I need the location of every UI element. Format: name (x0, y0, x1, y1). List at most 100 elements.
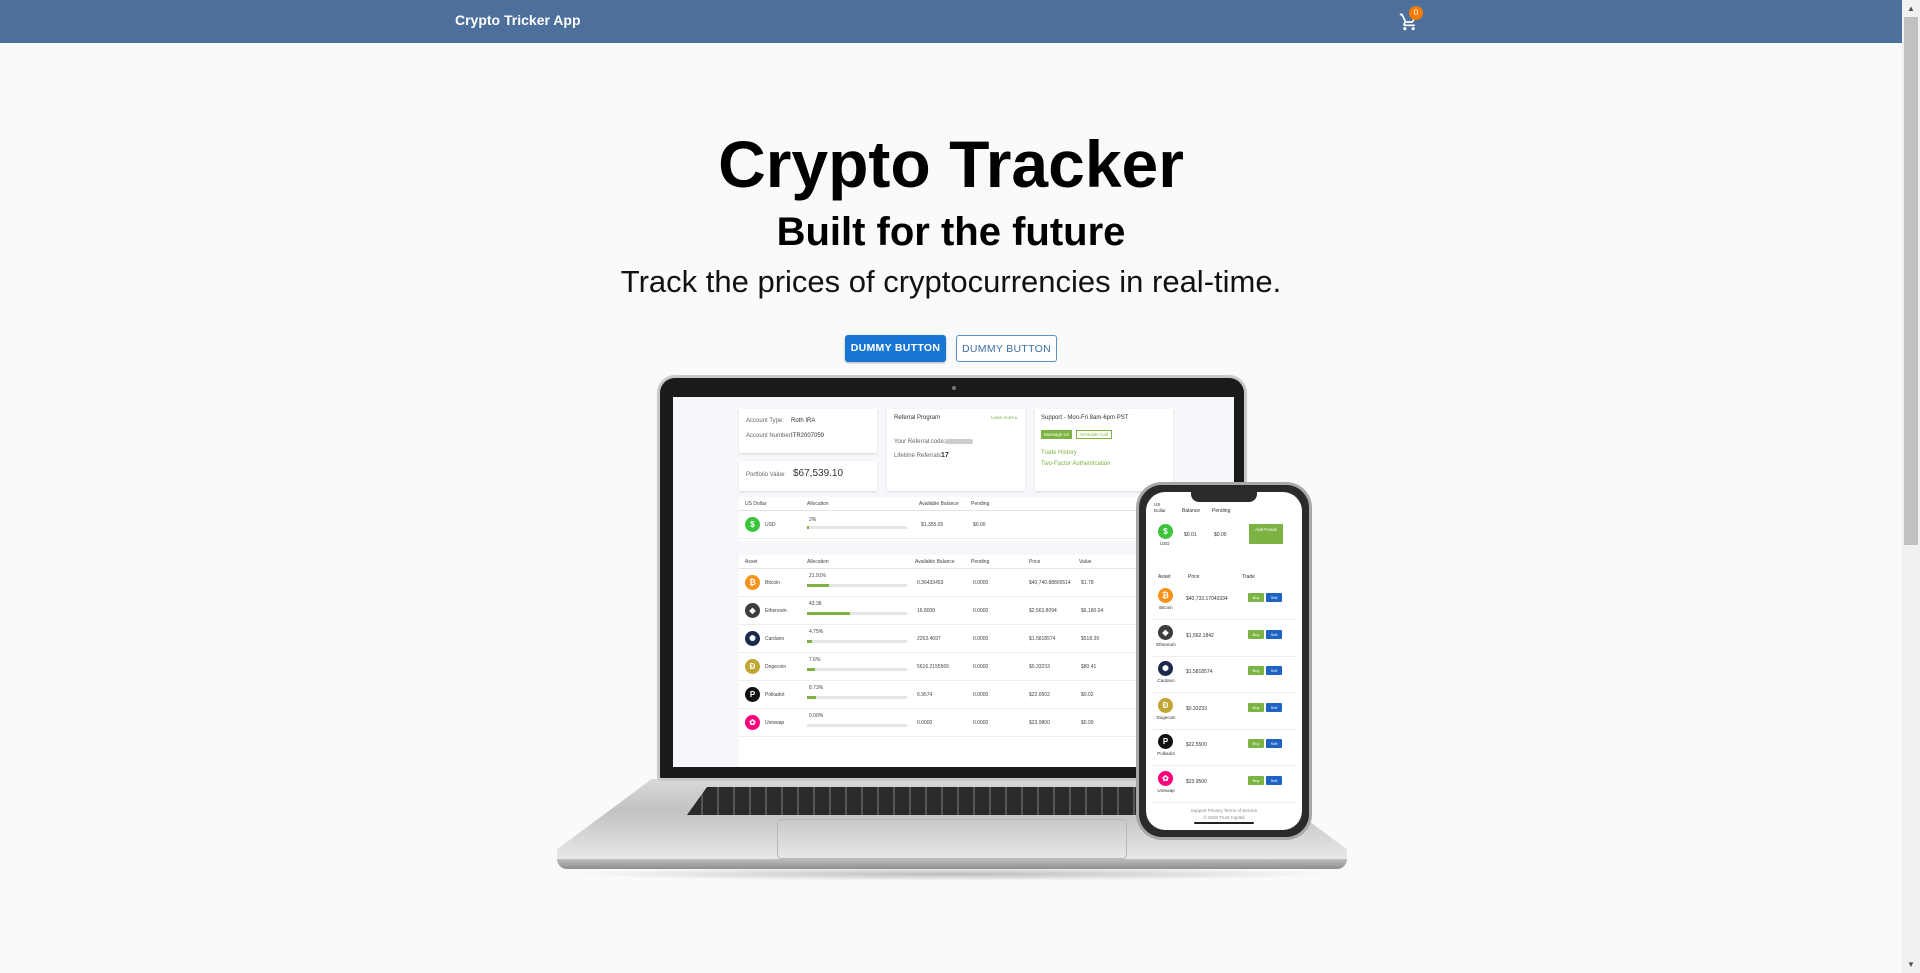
account-type-value: Roth IRA (791, 418, 816, 424)
asset-balance: 0.0000 (917, 720, 933, 726)
page-scrollbar[interactable]: ▲ ▼ (1902, 0, 1920, 973)
sell-button[interactable]: Sell (1266, 739, 1282, 748)
phone-asset-price: $1.5818574 (1186, 669, 1213, 675)
account-card: Account Type: Roth IRA Account Number: I… (739, 409, 877, 453)
uniswap-coin-icon: ✿ (1158, 770, 1173, 786)
laptop-keyboard (687, 787, 1187, 815)
usd-header-allocation: Allocation (807, 501, 829, 507)
secondary-dummy-button[interactable]: DUMMY BUTTON (956, 335, 1057, 362)
asset-header-balance: Available Balance (915, 559, 955, 565)
buy-button[interactable]: Buy (1248, 593, 1264, 602)
phone-footer-links[interactable]: Support Privacy Terms of Service (1146, 808, 1302, 813)
asset-allocation-bar (807, 668, 907, 671)
asset-name: Cardano (765, 636, 785, 642)
asset-allocation-bar (807, 724, 907, 727)
phone-asset-name: Dogecoin (1156, 714, 1176, 720)
polkadot-coin-icon: P (745, 687, 760, 702)
scroll-up-arrow-icon[interactable]: ▲ (1902, 0, 1920, 17)
asset-price: $40,740.88800514 (1029, 580, 1071, 586)
asset-price: $23.9800 (1029, 720, 1050, 726)
phone-pending-header: Pending (1212, 508, 1231, 514)
asset-price: $1.5818574 (1029, 636, 1056, 642)
phone-usd-name: USD (1160, 541, 1170, 546)
sell-button[interactable]: Sell (1266, 775, 1282, 785)
dogecoin-coin-icon: Ð (1158, 697, 1173, 713)
scrollbar-thumb[interactable] (1904, 17, 1918, 545)
asset-allocation-bar (807, 640, 907, 643)
asset-value: $80.41 (1081, 664, 1097, 670)
referral-code-label: Your Referral code: (894, 439, 946, 445)
asset-allocation: 21.91% (809, 573, 826, 579)
phone-notch (1191, 492, 1257, 502)
message-us-button[interactable]: Message Us (1041, 430, 1073, 439)
sell-button[interactable]: Sell (1266, 702, 1282, 712)
uniswap-coin-icon: ✿ (745, 715, 760, 730)
asset-allocation-bar (807, 696, 907, 699)
phone-home-indicator (1194, 822, 1254, 824)
buy-button[interactable]: Buy (1248, 775, 1264, 785)
phone-price-header: Price (1188, 574, 1200, 580)
usd-name: USD (765, 522, 776, 528)
two-factor-link[interactable]: Two-Factor Authentication (1041, 461, 1110, 467)
ethereum-coin-icon: ◆ (1158, 624, 1173, 640)
primary-dummy-button[interactable]: DUMMY BUTTON (845, 335, 946, 362)
phone-asset-name: Bitcoin (1159, 605, 1173, 610)
phone-usd-header: US Dollar (1154, 502, 1166, 513)
buy-button[interactable]: Buy (1248, 702, 1264, 712)
portfolio-value: $67,539.10 (793, 468, 844, 479)
sell-button[interactable]: Sell (1266, 629, 1282, 639)
app-brand[interactable]: Crypto Tricker App (455, 12, 581, 28)
phone-balance-header: Balance (1182, 508, 1201, 514)
account-number-label: Account Number: (746, 433, 793, 439)
phone-asset-row[interactable]: ◆ Ethereum $1,562.1842 Buy Sell (1152, 621, 1296, 657)
phone-asset-name: Uniswap (1157, 787, 1175, 793)
hero-subtitle: Built for the future (776, 210, 1126, 254)
phone-asset-row[interactable]: ✺ Cardano $1.5818574 Buy Sell (1152, 657, 1296, 693)
asset-header-price: Price (1029, 559, 1041, 565)
asset-name: Ethereum (765, 608, 787, 614)
asset-balance: 5616.2155565 (917, 664, 949, 670)
schedule-call-button[interactable]: Schedule Call (1076, 430, 1112, 439)
cardano-coin-icon: ✺ (1158, 661, 1173, 676)
phone-asset-row[interactable]: Ð Dogecoin $0.33233 Buy Sell (1152, 694, 1296, 730)
laptop-shadow (567, 867, 1337, 881)
usd-allocation-bar (807, 526, 907, 529)
bitcoin-coin-icon: ₿ (1158, 588, 1173, 603)
asset-name: Bitcoin (765, 580, 781, 586)
phone-usd-balance: $0.01 (1184, 532, 1197, 538)
learn-more-link[interactable]: Learn more ▸ (991, 415, 1018, 421)
add-funds-button[interactable]: Add Funds (1249, 524, 1283, 544)
phone-trade-header: Trade (1242, 574, 1255, 580)
account-number-value: ITR2007059 (791, 433, 825, 439)
asset-value: $0.02 (1081, 692, 1094, 698)
phone-asset-row[interactable]: ₿ Bitcoin $40,733.17040334 Buy Sell (1152, 584, 1296, 620)
usd-allocation: 2% (809, 517, 817, 523)
hero-title: Crypto Tracker (718, 127, 1184, 201)
usd-header-pending: Pending (971, 501, 990, 507)
buy-button[interactable]: Buy (1248, 739, 1264, 748)
scroll-down-arrow-icon[interactable]: ▼ (1902, 956, 1920, 973)
phone-copyright: © 2020 Trust Capital (1203, 815, 1245, 820)
trade-history-link[interactable]: Trade History (1041, 450, 1077, 456)
sell-button[interactable]: Sell (1266, 593, 1282, 602)
dollar-coin-icon: $ (745, 517, 760, 532)
portfolio-card: Portfolio Value $67,539.10 (739, 461, 877, 491)
phone-usd-pending: $0.00 (1214, 532, 1227, 538)
phone-asset-row[interactable]: ✿ Uniswap $23.9500 Buy Sell (1152, 767, 1296, 803)
usd-pending: $0.00 (973, 522, 986, 528)
asset-header-pending: Pending (971, 559, 990, 565)
buy-button[interactable]: Buy (1248, 666, 1264, 675)
phone-asset-name: Ethereum (1156, 641, 1176, 647)
buy-button[interactable]: Buy (1248, 629, 1264, 639)
usd-header-currency: US Dollar (745, 501, 767, 507)
asset-balance: 0.36433453 (917, 580, 944, 586)
phone-asset-price: $22.5500 (1186, 742, 1207, 748)
asset-pending: 0.0000 (973, 636, 989, 642)
cardano-coin-icon: ✺ (745, 631, 760, 646)
polkadot-coin-icon: P (1158, 734, 1173, 749)
account-type-label: Account Type: (746, 418, 784, 424)
phone-asset-row[interactable]: P Polkadot $22.5500 Buy Sell (1152, 730, 1296, 766)
sell-button[interactable]: Sell (1266, 666, 1282, 675)
asset-balance: 16.8008 (917, 608, 936, 614)
asset-price: $2,563.8094 (1029, 608, 1057, 614)
